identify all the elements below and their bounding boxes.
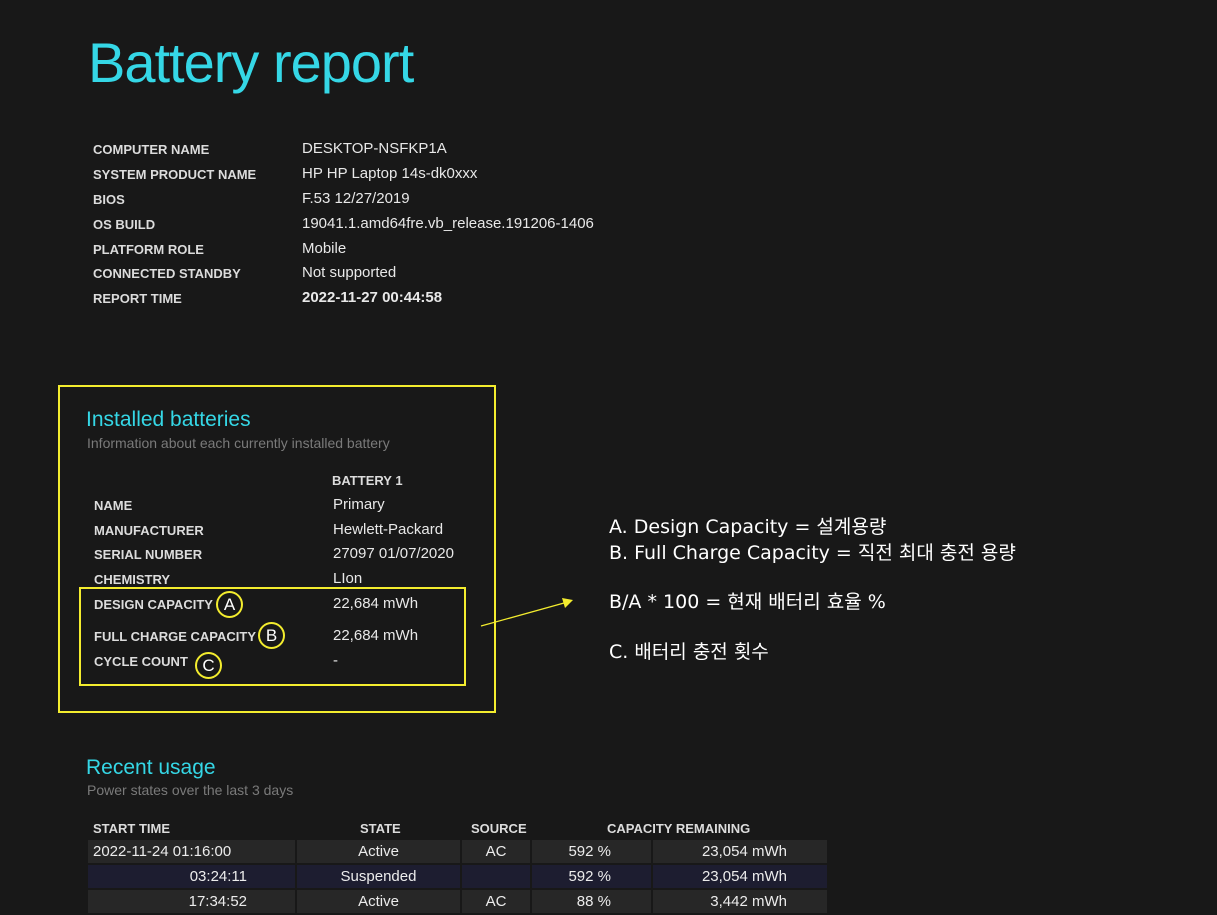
battery-value-cycle-count: - <box>333 652 338 669</box>
marker-b: B <box>258 622 285 649</box>
cell-state: Suspended <box>297 865 460 888</box>
battery-label-design-capacity: DESIGN CAPACITY <box>94 597 213 612</box>
cell-capacity-percent: 592 % <box>532 840 651 863</box>
info-label: COMPUTER NAME <box>93 142 210 157</box>
annotation-design-capacity: A. Design Capacity = 설계용량 <box>609 516 887 538</box>
installed-batteries-heading: Installed batteries <box>86 408 251 431</box>
info-row: BIOS F.53 12/27/2019 <box>93 190 713 217</box>
cell-state: Active <box>297 890 460 913</box>
annotation-full-charge-capacity: B. Full Charge Capacity = 직전 최대 충전 용량 <box>609 542 1016 564</box>
info-row: COMPUTER NAME DESKTOP-NSFKP1A <box>93 140 713 167</box>
cell-start-time: 17:34:52 <box>88 890 295 913</box>
battery-value-serial: 27097 01/07/2020 <box>333 545 454 562</box>
info-row: CONNECTED STANDBY Not supported <box>93 264 713 291</box>
info-row: OS BUILD 19041.1.amd64fre.vb_release.191… <box>93 215 713 242</box>
info-value: HP HP Laptop 14s-dk0xxx <box>302 165 478 182</box>
info-value: 19041.1.amd64fre.vb_release.191206-1406 <box>302 215 594 232</box>
battery-label-chemistry: CHEMISTRY <box>94 572 171 587</box>
battery-value-chemistry: LIon <box>333 570 363 587</box>
info-label: OS BUILD <box>93 217 156 232</box>
page-title: Battery report <box>88 31 414 94</box>
info-label: PLATFORM ROLE <box>93 242 204 257</box>
info-value: Mobile <box>302 240 347 257</box>
battery-value-full-charge-capacity: 22,684 mWh <box>333 627 419 644</box>
info-label: BIOS <box>93 192 125 207</box>
cell-capacity-percent: 88 % <box>532 890 651 913</box>
cell-capacity-mwh: 23,054 mWh <box>653 865 827 888</box>
info-row: SYSTEM PRODUCT NAME HP HP Laptop 14s-dk0… <box>93 165 713 192</box>
battery-column-header: BATTERY 1 <box>332 473 403 488</box>
recent-usage-subtitle: Power states over the last 3 days <box>87 782 294 798</box>
info-row: REPORT TIME 2022-11-27 00:44:58 <box>93 289 713 316</box>
installed-batteries-subtitle: Information about each currently install… <box>87 435 390 451</box>
cell-capacity-percent: 592 % <box>532 865 651 888</box>
cell-capacity-mwh: 3,442 mWh <box>653 890 827 913</box>
marker-a: A <box>216 591 243 618</box>
battery-label-full-charge-capacity: FULL CHARGE CAPACITY <box>94 629 257 644</box>
info-value: DESKTOP-NSFKP1A <box>302 140 447 157</box>
battery-label-serial: SERIAL NUMBER <box>94 547 203 562</box>
column-header-start-time: START TIME <box>93 821 171 836</box>
cell-source: AC <box>462 890 530 913</box>
annotation-efficiency-formula: B/A * 100 = 현재 배터리 효율 % <box>609 591 886 613</box>
cell-source <box>462 865 530 888</box>
battery-value-name: Primary <box>333 496 385 513</box>
info-label: REPORT TIME <box>93 291 182 306</box>
cell-start-time: 03:24:11 <box>88 865 295 888</box>
info-label: CONNECTED STANDBY <box>93 266 241 281</box>
cell-capacity-mwh: 23,054 mWh <box>653 840 827 863</box>
info-value: F.53 12/27/2019 <box>302 190 410 207</box>
annotation-cycle-count: C. 배터리 충전 횟수 <box>609 641 769 663</box>
battery-value-design-capacity: 22,684 mWh <box>333 595 419 612</box>
info-label: SYSTEM PRODUCT NAME <box>93 167 257 182</box>
battery-label-name: NAME <box>94 498 133 513</box>
column-header-state: STATE <box>360 821 401 836</box>
annotation-arrow-icon <box>480 598 573 627</box>
cell-state: Active <box>297 840 460 863</box>
report-time-value: 2022-11-27 00:44:58 <box>302 289 443 306</box>
column-header-capacity-remaining: CAPACITY REMAINING <box>607 821 751 836</box>
battery-value-manufacturer: Hewlett-Packard <box>333 521 444 538</box>
marker-c: C <box>195 652 222 679</box>
cell-start-time: 2022-11-24 01:16:00 <box>88 840 295 863</box>
battery-label-cycle-count: CYCLE COUNT <box>94 654 188 669</box>
recent-usage-heading: Recent usage <box>86 756 216 779</box>
info-row: PLATFORM ROLE Mobile <box>93 240 713 267</box>
cell-source: AC <box>462 840 530 863</box>
column-header-source: SOURCE <box>471 821 527 836</box>
info-value: Not supported <box>302 264 397 281</box>
battery-label-manufacturer: MANUFACTURER <box>94 523 204 538</box>
